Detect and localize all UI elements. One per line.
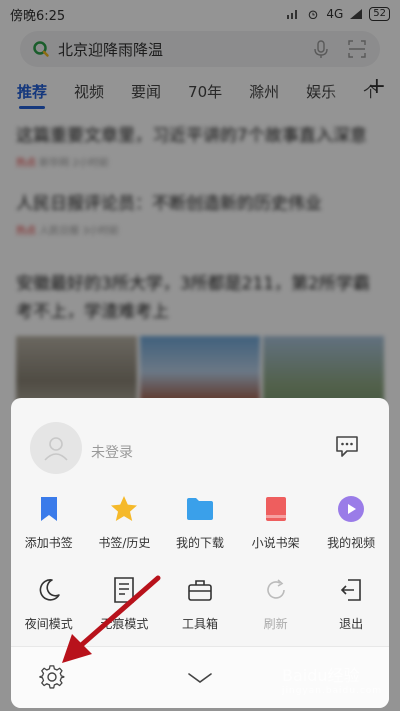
refresh-button[interactable]: 刷新	[238, 575, 314, 632]
exit-button[interactable]: 退出	[313, 575, 389, 632]
star-icon	[111, 496, 138, 521]
toolbox-icon	[188, 580, 212, 601]
watermark: Baidu经验 jingyan.baidu.com	[282, 666, 383, 696]
novel-shelf-button[interactable]: 小说书架	[238, 494, 314, 551]
night-mode-button[interactable]: 夜间模式	[11, 575, 87, 632]
user-row[interactable]: 未登录	[11, 398, 389, 498]
play-icon	[338, 496, 365, 522]
toolbox-button[interactable]: 工具箱	[162, 575, 238, 632]
incognito-mode-button[interactable]: 无痕模式	[87, 575, 163, 632]
bookmarks-history-button[interactable]: 书签/历史	[87, 494, 163, 551]
add-bookmark-button[interactable]: 添加书签	[11, 494, 87, 551]
exit-icon	[341, 579, 361, 601]
my-downloads-button[interactable]: 我的下载	[162, 494, 238, 551]
chevron-down-icon[interactable]	[187, 671, 213, 685]
avatar[interactable]	[30, 422, 82, 474]
moon-icon	[39, 579, 60, 601]
my-videos-button[interactable]: 我的视频	[313, 494, 389, 551]
bookmark-icon	[40, 497, 57, 521]
book-icon	[265, 497, 286, 521]
message-icon[interactable]	[333, 432, 361, 460]
menu-row-secondary: 夜间模式 无痕模式 工具箱 刷新 退出	[11, 575, 389, 632]
folder-icon	[186, 498, 213, 520]
refresh-icon	[266, 579, 285, 599]
menu-row-primary: 添加书签 书签/历史 我的下载 小说书架 我的视频	[11, 494, 389, 551]
settings-gear-icon[interactable]	[39, 664, 65, 690]
document-icon	[114, 577, 135, 603]
login-status[interactable]: 未登录	[91, 442, 133, 462]
user-icon	[44, 437, 68, 461]
